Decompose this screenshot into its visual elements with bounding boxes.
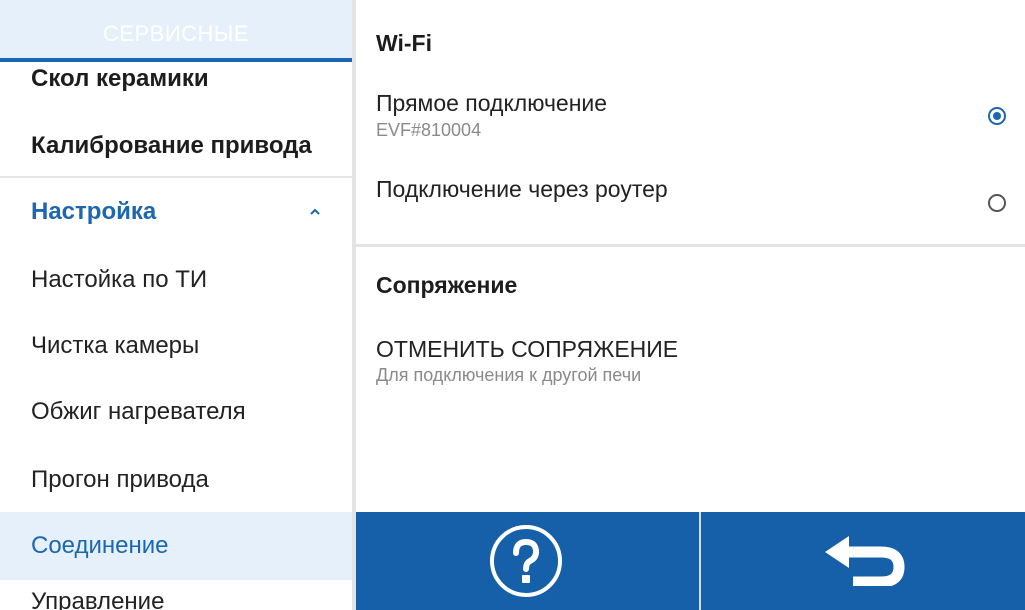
sidebar-item-label: Управление	[31, 588, 165, 610]
wifi-section-title: Wi-Fi	[376, 30, 432, 56]
bottom-bar	[356, 512, 1025, 610]
sidebar-item-drive-run[interactable]: Прогон привода	[0, 448, 352, 512]
sidebar-item-heater-firing[interactable]: Обжиг нагревателя	[0, 380, 352, 444]
sidebar-item-ceramic-chip[interactable]: Скол керамики	[0, 64, 352, 104]
sidebar-section-label: Настройка	[31, 198, 157, 225]
wifi-option-router[interactable]: Подключение через роутер	[356, 166, 1025, 236]
wifi-option-direct[interactable]: Прямое подключение EVF#810004	[356, 80, 1025, 162]
sidebar-section-settings[interactable]: Настройка	[0, 180, 352, 244]
wifi-option-title: Прямое подключение	[376, 90, 608, 116]
sidebar-item-label: Соединение	[31, 532, 169, 559]
sidebar-item-drive-calibration[interactable]: Калибрование привода	[0, 118, 352, 174]
sidebar-item-label: Чистка камеры	[31, 332, 200, 359]
sidebar-item-connection[interactable]: Соединение	[0, 512, 352, 580]
question-circle-icon	[490, 525, 562, 597]
radio-selected-icon[interactable]	[988, 107, 1006, 125]
sidebar: СЕРВИСНЫЕ Скол керамики Калибрование при…	[0, 0, 352, 610]
cancel-pairing-button[interactable]: ОТМЕНИТЬ СОПРЯЖЕНИЕ Для подключения к др…	[356, 326, 1025, 396]
cancel-pairing-label: ОТМЕНИТЬ СОПРЯЖЕНИЕ	[376, 336, 679, 362]
sidebar-item-control[interactable]: Управление	[0, 582, 352, 610]
sidebar-item-label: Скол керамики	[31, 65, 209, 92]
section-separator	[356, 244, 1025, 247]
back-arrow-icon	[825, 536, 905, 586]
sidebar-item-label: Настойка по ТИ	[31, 266, 208, 293]
chevron-up-icon	[310, 208, 320, 215]
radio-unselected-icon[interactable]	[988, 194, 1006, 212]
sidebar-header-label: СЕРВИСНЫЕ	[102, 21, 250, 46]
back-button[interactable]	[701, 512, 1025, 610]
sidebar-item-label: Обжиг нагревателя	[31, 398, 246, 425]
help-button[interactable]	[356, 512, 699, 610]
sidebar-item-ti-setup[interactable]: Настойка по ТИ	[0, 248, 352, 312]
cancel-pairing-hint: Для подключения к другой печи	[376, 365, 642, 385]
wifi-option-subtitle: EVF#810004	[376, 120, 482, 140]
sidebar-item-label: Калибрование привода	[31, 132, 312, 159]
wifi-option-title: Подключение через роутер	[376, 176, 668, 202]
pairing-section-title: Сопряжение	[376, 272, 518, 298]
sidebar-item-chamber-cleaning[interactable]: Чистка камеры	[0, 314, 352, 378]
sidebar-separator	[0, 176, 352, 178]
sidebar-item-label: Прогон привода	[31, 466, 209, 493]
sidebar-header: СЕРВИСНЫЕ	[0, 0, 352, 62]
